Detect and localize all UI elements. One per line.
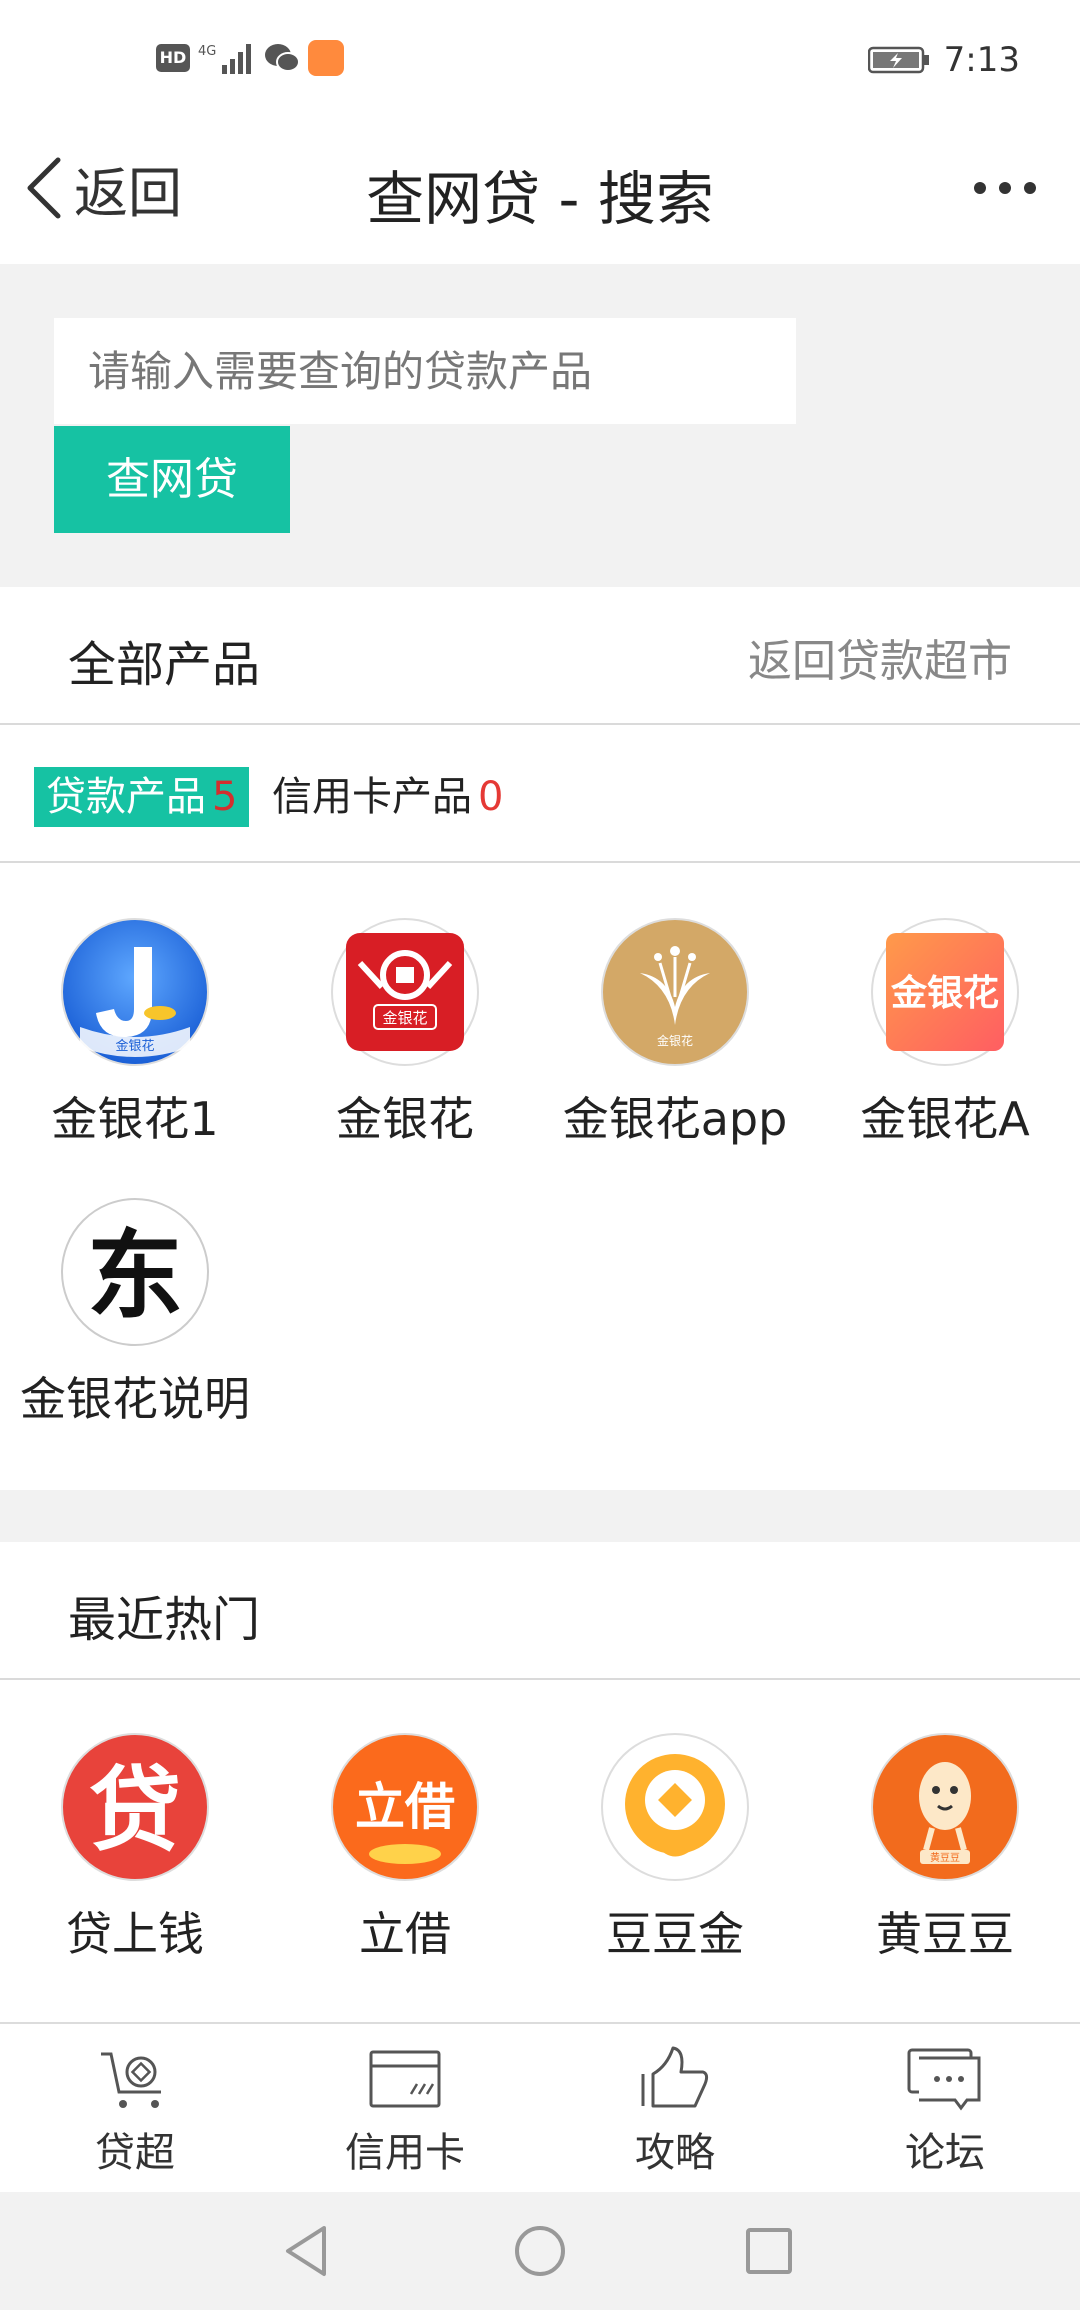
hot-item[interactable]: 贷 贷上钱 bbox=[0, 1732, 270, 1982]
tab-label: 贷款产品 bbox=[46, 774, 206, 820]
product-item[interactable]: 金银花 金银花A bbox=[810, 917, 1080, 1167]
jinyinhua-red-logo: 金银花 bbox=[331, 918, 479, 1066]
product-label: 金银花 bbox=[336, 1092, 474, 1146]
logo-text: 黄豆豆 bbox=[930, 1851, 960, 1864]
product-item[interactable]: 金银花 金银花1 bbox=[0, 917, 270, 1167]
lijie-logo: 立借 bbox=[331, 1733, 479, 1881]
battery-icon bbox=[867, 46, 929, 74]
tab-loan-products[interactable]: 贷款产品 5 bbox=[34, 767, 250, 827]
system-back-icon[interactable] bbox=[274, 2218, 340, 2284]
product-label: 金银花1 bbox=[51, 1092, 219, 1146]
product-item[interactable]: 金银花 金银花app bbox=[540, 917, 810, 1167]
search-input[interactable] bbox=[54, 318, 796, 424]
cart-icon bbox=[101, 2052, 161, 2108]
product-label: 金银花app bbox=[562, 1092, 788, 1146]
logo-text: 金银花 bbox=[657, 1033, 693, 1048]
product-item[interactable]: 东 金银花说明 bbox=[0, 1197, 270, 1447]
logo-text: 金银花 bbox=[382, 1009, 427, 1027]
network-label: 4G bbox=[198, 44, 216, 59]
signal-icon: 4G bbox=[198, 44, 251, 74]
daishangqian-logo: 贷 bbox=[61, 1733, 209, 1881]
hot-item[interactable]: 黄豆豆 黄豆豆 bbox=[810, 1732, 1080, 1982]
bottom-tab-bar: 贷超 信用卡 攻略 论坛 bbox=[0, 2022, 1080, 2192]
logo-text: 贷 bbox=[89, 1757, 181, 1864]
page-title: 查网贷 - 搜索 bbox=[366, 165, 714, 233]
logo-text: 立借 bbox=[355, 1778, 455, 1836]
hot-label: 贷上钱 bbox=[66, 1907, 204, 1961]
jinyinhua-j-logo: 金银花 bbox=[61, 918, 209, 1066]
logo-text: 金银花 bbox=[890, 972, 999, 1014]
tab-label: 攻略 bbox=[635, 2130, 715, 2176]
tab-forum[interactable]: 论坛 bbox=[810, 2044, 1080, 2178]
tab-guides[interactable]: 攻略 bbox=[540, 2044, 810, 2178]
jinyinhua-gold-logo: 金银花 bbox=[601, 918, 749, 1066]
hot-item[interactable]: 豆豆金 bbox=[540, 1732, 810, 1982]
more-icon[interactable] bbox=[970, 168, 1040, 208]
jinyinhua-orange-logo: 金银花 bbox=[871, 918, 1019, 1066]
thumbs-up-icon bbox=[641, 2046, 709, 2108]
status-bar: HD 4G 7:13 bbox=[0, 0, 1080, 118]
app-notification-icon bbox=[308, 40, 344, 76]
credit-card-icon bbox=[369, 2050, 441, 2108]
hot-label: 黄豆豆 bbox=[876, 1907, 1014, 1961]
tab-credit-card-products[interactable]: 信用卡产品 0 bbox=[260, 767, 515, 827]
system-home-icon[interactable] bbox=[507, 2218, 573, 2284]
nav-bar: 返回 查网贷 - 搜索 bbox=[0, 118, 1080, 264]
all-products-header: 全部产品 返回贷款超市 bbox=[0, 587, 1080, 725]
tab-count: 5 bbox=[212, 774, 238, 820]
recent-hot-header: 最近热门 bbox=[0, 1542, 1080, 1680]
product-filter-tabs: 贷款产品 5 信用卡产品 0 bbox=[0, 725, 1080, 863]
tab-label: 贷超 bbox=[95, 2130, 175, 2176]
tab-label: 信用卡产品 bbox=[272, 774, 472, 820]
system-recents-icon[interactable] bbox=[736, 2218, 802, 2284]
section-title: 全部产品 bbox=[68, 637, 261, 693]
huangdoudou-logo: 黄豆豆 bbox=[871, 1733, 1019, 1881]
hot-item[interactable]: 立借 立借 bbox=[270, 1732, 540, 1982]
tab-loan-market[interactable]: 贷超 bbox=[0, 2044, 270, 2178]
all-products-card: 全部产品 返回贷款超市 贷款产品 5 信用卡产品 0 金银花 金银花1 金银花 … bbox=[0, 587, 1080, 1490]
product-label: 金银花A bbox=[860, 1092, 1030, 1146]
wechat-icon bbox=[265, 44, 300, 72]
system-nav-bar bbox=[0, 2192, 1080, 2310]
section-title: 最近热门 bbox=[68, 1592, 261, 1648]
logo-text: 东 bbox=[87, 1220, 183, 1332]
clock: 7:13 bbox=[943, 40, 1020, 80]
back-to-market-link[interactable]: 返回贷款超市 bbox=[748, 625, 1012, 689]
recent-hot-card: 最近热门 贷 贷上钱 立借 立借 豆豆金 黄豆豆 黄豆豆 bbox=[0, 1542, 1080, 2022]
product-item[interactable]: 金银花 金银花 bbox=[270, 917, 540, 1167]
product-label: 金银花说明 bbox=[20, 1372, 250, 1426]
tab-count: 0 bbox=[478, 774, 504, 820]
dong-logo: 东 bbox=[61, 1198, 209, 1346]
tab-credit-card[interactable]: 信用卡 bbox=[270, 2044, 540, 2178]
search-section: 查网贷 bbox=[0, 264, 1080, 587]
hot-label: 立借 bbox=[359, 1907, 451, 1961]
forum-icon bbox=[907, 2048, 981, 2111]
tab-label: 信用卡 bbox=[345, 2130, 465, 2176]
tab-label: 论坛 bbox=[905, 2130, 985, 2176]
doudoujin-logo bbox=[601, 1733, 749, 1881]
logo-text: 金银花 bbox=[115, 1038, 154, 1054]
search-button[interactable]: 查网贷 bbox=[54, 426, 290, 533]
hot-label: 豆豆金 bbox=[606, 1907, 744, 1961]
hd-icon: HD bbox=[156, 44, 190, 72]
